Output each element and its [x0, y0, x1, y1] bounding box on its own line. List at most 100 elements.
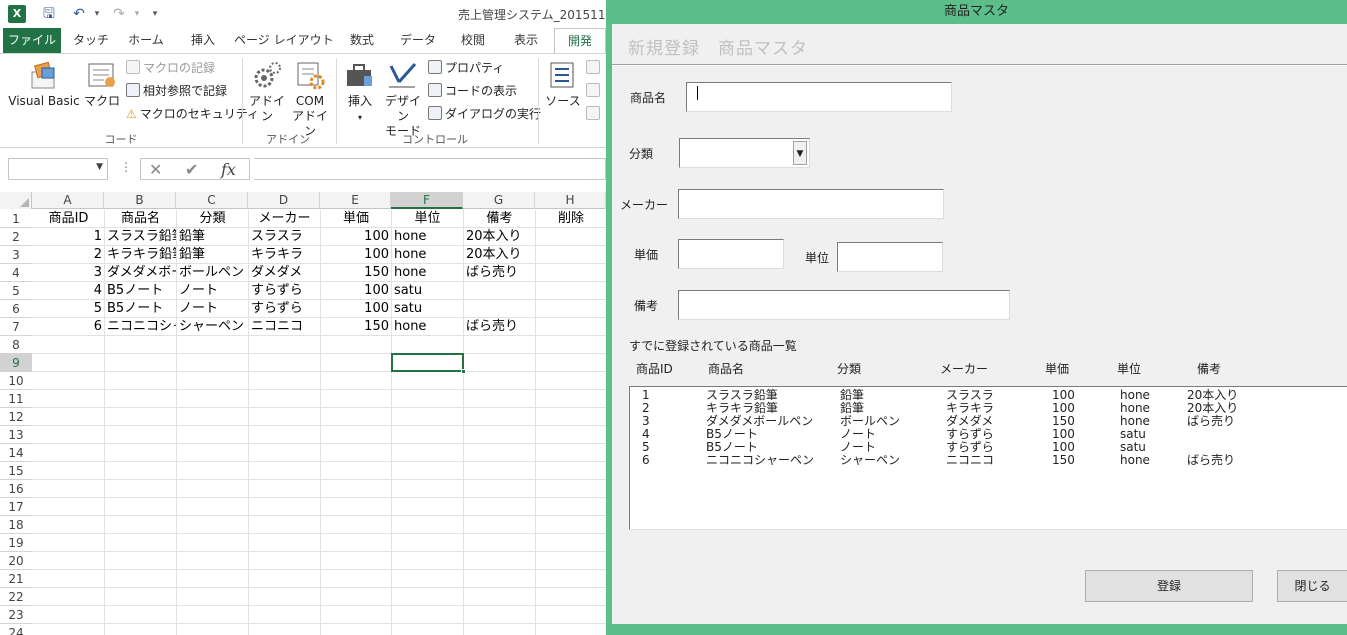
cell-c5[interactable]: ノート [177, 282, 248, 300]
formula-bar-grip-icon[interactable]: ⋮ [120, 160, 132, 174]
source-button[interactable]: ソース [542, 60, 584, 109]
cell-a4[interactable]: 3 [33, 264, 104, 282]
cell-d1[interactable]: メーカー [249, 210, 320, 228]
undo-icon[interactable]: ↶ [70, 5, 88, 23]
list-item-cell[interactable]: 6 [642, 454, 650, 467]
undo-dropdown-icon[interactable]: ▾ [88, 5, 106, 23]
cell-f1[interactable]: 単位 [392, 210, 463, 228]
fill-handle[interactable] [461, 369, 466, 374]
cell-b6[interactable]: B5ノート [105, 300, 176, 318]
row-header-14[interactable]: 14 [0, 444, 32, 462]
cell-c4[interactable]: ボールペン [177, 264, 248, 282]
cell-d5[interactable]: すらずら [249, 282, 320, 300]
cell-b3[interactable]: キラキラ鉛筆 [105, 246, 176, 264]
row-header-18[interactable]: 18 [0, 516, 32, 534]
tab-home[interactable]: ホーム [120, 28, 172, 53]
com-addin-button[interactable]: COM アドイン [290, 60, 330, 139]
cell-g6[interactable] [464, 300, 535, 318]
close-button[interactable]: 閉じる [1277, 570, 1347, 602]
properties-button[interactable]: プロパティ [428, 60, 504, 76]
cell-a5[interactable]: 4 [33, 282, 104, 300]
cell-g3[interactable]: 20本入り [464, 246, 535, 264]
cell-b4[interactable]: ダメダメボー [105, 264, 176, 282]
select-all-corner[interactable] [0, 192, 32, 209]
cell-f2[interactable]: hone [392, 228, 463, 246]
row-header-5[interactable]: 5 [0, 282, 32, 300]
row-header-1[interactable]: 1 [0, 210, 32, 228]
cell-g2[interactable]: 20本入り [464, 228, 535, 246]
cell-f5[interactable]: satu [392, 282, 463, 300]
cell-b2[interactable]: スラスラ鉛筆 [105, 228, 176, 246]
cell-d7[interactable]: ニコニコ [249, 318, 320, 336]
cancel-icon[interactable]: ✕ [149, 160, 162, 179]
customize-quick-access-icon[interactable]: ▾ [146, 5, 164, 23]
cell-c2[interactable]: 鉛筆 [177, 228, 248, 246]
cell-b1[interactable]: 商品名 [105, 210, 176, 228]
column-header-d[interactable]: D [248, 192, 320, 209]
row-header-15[interactable]: 15 [0, 462, 32, 480]
enter-icon[interactable]: ✔ [185, 160, 198, 179]
note-input[interactable] [678, 290, 1010, 320]
tab-page-layout[interactable]: ページ レイアウト [234, 28, 334, 53]
cell-a1[interactable]: 商品ID [33, 210, 104, 228]
cell-c1[interactable]: 分類 [177, 210, 248, 228]
cell-c6[interactable]: ノート [177, 300, 248, 318]
addin-button[interactable]: アドイン [246, 60, 288, 124]
macro-security-button[interactable]: ⚠ マクロのセキュリティ [126, 106, 259, 122]
cell-d6[interactable]: すらずら [249, 300, 320, 318]
cell-b5[interactable]: B5ノート [105, 282, 176, 300]
insert-control-button[interactable]: 挿入 ▾ [340, 60, 380, 125]
row-header-21[interactable]: 21 [0, 570, 32, 588]
run-dialog-button[interactable]: ダイアログの実行 [428, 106, 541, 122]
cell-d3[interactable]: キラキラ [249, 246, 320, 264]
row-header-10[interactable]: 10 [0, 372, 32, 390]
product-listbox[interactable]: 1 スラスラ鉛筆 鉛筆 スラスラ 100 hone 20本入り 2 キラキラ鉛筆 鉛筆 キラキラ 10… [629, 386, 1347, 530]
redo-dropdown-icon[interactable]: ▾ [128, 5, 146, 23]
cell-d4[interactable]: ダメダメ [249, 264, 320, 282]
cell-e6[interactable]: 100 [321, 300, 391, 318]
tab-insert[interactable]: 挿入 [178, 28, 228, 53]
column-header-b[interactable]: B [104, 192, 176, 209]
row-header-11[interactable]: 11 [0, 390, 32, 408]
price-input[interactable] [678, 239, 784, 269]
row-header-20[interactable]: 20 [0, 552, 32, 570]
row-header-24[interactable]: 24 [0, 624, 32, 635]
cell-f3[interactable]: hone [392, 246, 463, 264]
cell-e1[interactable]: 単価 [321, 210, 391, 228]
column-header-a[interactable]: A [32, 192, 104, 209]
cell-e7[interactable]: 150 [321, 318, 391, 336]
worksheet-grid[interactable]: ABCDEFGH 1 2 3 4 5 6 7 8 9 10 11 12 13 14 15 16 17 18 19 20… [0, 192, 606, 635]
column-header-h[interactable]: H [535, 192, 606, 209]
column-header-f[interactable]: F [391, 192, 463, 209]
cell-d2[interactable]: スラスラ [249, 228, 320, 246]
row-header-17[interactable]: 17 [0, 498, 32, 516]
chevron-down-icon[interactable]: ▼ [793, 141, 807, 165]
view-code-button[interactable]: コードの表示 [428, 83, 517, 99]
cell-c7[interactable]: シャーペン [177, 318, 248, 336]
row-header-7[interactable]: 7 [0, 318, 32, 336]
cell-h1[interactable]: 削除 [536, 210, 606, 228]
formula-input[interactable] [254, 158, 606, 180]
cell-a3[interactable]: 2 [33, 246, 104, 264]
row-header-8[interactable]: 8 [0, 336, 32, 354]
cell-b7[interactable]: ニコニコシャ [105, 318, 176, 336]
column-header-g[interactable]: G [463, 192, 535, 209]
macro-button[interactable]: マクロ [84, 60, 120, 109]
row-header-13[interactable]: 13 [0, 426, 32, 444]
cell-g7[interactable]: ばら売り [464, 318, 535, 336]
name-box[interactable]: ▼ [8, 158, 108, 180]
product-name-input[interactable] [686, 82, 952, 112]
unit-input[interactable] [837, 242, 943, 272]
row-header-2[interactable]: 2 [0, 228, 32, 246]
row-header-4[interactable]: 4 [0, 264, 32, 282]
cell-e2[interactable]: 100 [321, 228, 391, 246]
active-cell-f9[interactable] [391, 353, 466, 374]
cell-g4[interactable]: ばら売り [464, 264, 535, 282]
cell-a7[interactable]: 6 [33, 318, 104, 336]
save-icon[interactable]: 🖫 [40, 5, 58, 23]
tab-touch[interactable]: タッチ [66, 28, 116, 53]
design-mode-button[interactable]: デザイン モード [382, 60, 424, 139]
cell-e3[interactable]: 100 [321, 246, 391, 264]
tab-formulas[interactable]: 数式 [338, 28, 386, 53]
xml-small-button-2[interactable] [586, 83, 603, 99]
